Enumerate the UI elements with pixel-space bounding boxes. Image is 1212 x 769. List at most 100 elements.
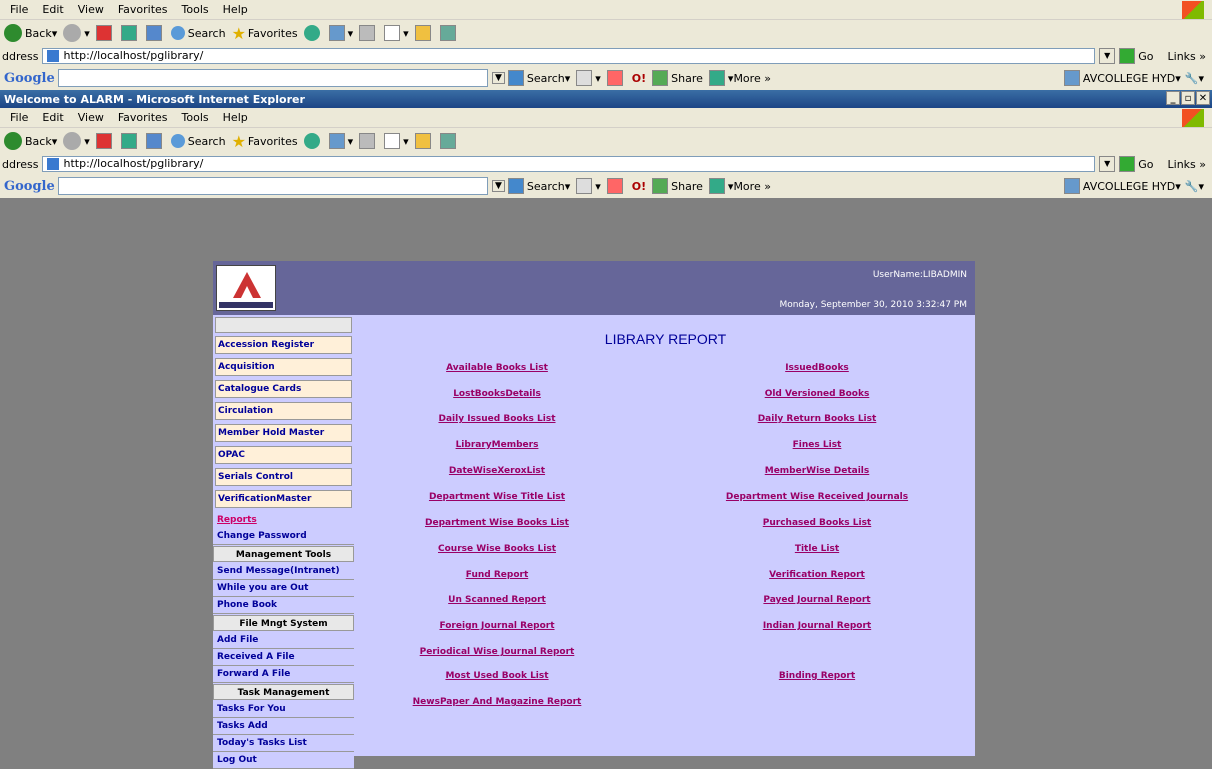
google-account-button[interactable]: AVCOLLEGE HYD ▾ 🔧 ▾ xyxy=(1063,70,1204,86)
address-input[interactable]: http://localhost/pglibrary/ xyxy=(42,156,1096,172)
sidebar-item-while-you-are-out[interactable]: While you are Out xyxy=(213,580,354,597)
report-link[interactable]: Purchased Books List xyxy=(763,518,871,528)
sidebar-item-send-message[interactable]: Send Message(Intranet) xyxy=(213,563,354,580)
menu-view[interactable]: View xyxy=(78,3,104,16)
mail-button[interactable]: ▾ xyxy=(328,133,353,149)
report-link[interactable]: Available Books List xyxy=(446,363,548,373)
report-link[interactable]: Daily Return Books List xyxy=(758,414,877,424)
folder-button[interactable] xyxy=(414,25,434,41)
report-link[interactable]: IssuedBooks xyxy=(785,363,849,373)
more-button[interactable]: ▾ More » xyxy=(708,70,771,86)
menu-edit[interactable]: Edit xyxy=(42,111,63,124)
report-link[interactable]: Fines List xyxy=(793,440,842,450)
favorites-button[interactable]: ★ Favorites xyxy=(232,132,298,151)
share-button[interactable]: Share xyxy=(652,70,703,86)
menu-view[interactable]: View xyxy=(78,111,104,124)
gmail-button[interactable] xyxy=(606,70,626,86)
menu-file[interactable]: File xyxy=(10,111,28,124)
report-link[interactable]: Foreign Journal Report xyxy=(439,621,554,631)
edit-button[interactable]: ▾ xyxy=(384,25,409,41)
search-button[interactable]: Search xyxy=(170,134,226,148)
report-link[interactable]: Most Used Book List xyxy=(445,671,548,681)
menu-tools[interactable]: Tools xyxy=(182,3,209,16)
sidebar-item-todays-tasks-list[interactable]: Today's Tasks List xyxy=(213,735,354,752)
menu-help[interactable]: Help xyxy=(223,111,248,124)
menu-tools[interactable]: Tools xyxy=(182,111,209,124)
go-button[interactable]: Go xyxy=(1119,48,1154,64)
report-link[interactable]: Department Wise Title List xyxy=(429,492,565,502)
google-search-button[interactable]: ▼ Search ▾ xyxy=(492,70,570,86)
history-button[interactable] xyxy=(303,133,323,149)
back-button[interactable]: Back ▾ xyxy=(4,132,57,150)
maximize-icon[interactable]: ▫ xyxy=(1181,91,1195,105)
sidebar-item-reports[interactable]: Reports xyxy=(215,512,352,528)
folder-button[interactable] xyxy=(414,133,434,149)
report-link[interactable]: Periodical Wise Journal Report xyxy=(420,647,575,657)
google-pages-button[interactable]: ▾ xyxy=(576,70,601,86)
close-icon[interactable]: ✕ xyxy=(1196,91,1210,105)
home-button[interactable] xyxy=(145,133,165,149)
history-button[interactable] xyxy=(303,25,323,41)
google-account-button[interactable]: AVCOLLEGE HYD ▾ 🔧 ▾ xyxy=(1063,178,1204,194)
report-link[interactable]: Binding Report xyxy=(779,671,855,681)
refresh-button[interactable] xyxy=(120,25,140,41)
address-dropdown-icon[interactable]: ▼ xyxy=(1099,48,1116,64)
report-link[interactable]: Department Wise Books List xyxy=(425,518,569,528)
google-search-input[interactable] xyxy=(58,69,488,87)
report-link[interactable]: Title List xyxy=(795,544,839,554)
stop-button[interactable] xyxy=(95,133,115,149)
search-button[interactable]: Search xyxy=(170,26,226,40)
report-link[interactable]: Department Wise Received Journals xyxy=(726,492,908,502)
mail-button[interactable]: ▾ xyxy=(328,25,353,41)
messenger-button[interactable] xyxy=(439,133,459,149)
links-button[interactable]: Links » xyxy=(1168,50,1206,63)
menu-help[interactable]: Help xyxy=(223,3,248,16)
report-link[interactable]: NewsPaper And Magazine Report xyxy=(413,697,582,707)
menu-edit[interactable]: Edit xyxy=(42,3,63,16)
links-button[interactable]: Links » xyxy=(1168,158,1206,171)
menu-favorites[interactable]: Favorites xyxy=(118,111,168,124)
report-link[interactable]: Payed Journal Report xyxy=(763,595,870,605)
minimize-icon[interactable]: _ xyxy=(1166,91,1180,105)
sidebar-item-tasks-for-you[interactable]: Tasks For You xyxy=(213,701,354,718)
report-link[interactable]: DateWiseXeroxList xyxy=(449,466,545,476)
yahoo-button[interactable]: O! xyxy=(632,180,646,193)
sidebar-item-member-hold-master[interactable]: Member Hold Master xyxy=(215,424,352,442)
print-button[interactable] xyxy=(359,25,378,41)
refresh-button[interactable] xyxy=(120,133,140,149)
sidebar-item-circulation[interactable]: Circulation xyxy=(215,402,352,420)
address-dropdown-icon[interactable]: ▼ xyxy=(1099,156,1116,172)
report-link[interactable]: Un Scanned Report xyxy=(448,595,546,605)
home-button[interactable] xyxy=(145,25,165,41)
report-link[interactable]: Verification Report xyxy=(769,570,865,580)
menu-file[interactable]: File xyxy=(10,3,28,16)
report-link[interactable]: Indian Journal Report xyxy=(763,621,871,631)
sidebar-item-log-out[interactable]: Log Out xyxy=(213,752,354,769)
yahoo-button[interactable]: O! xyxy=(632,72,646,85)
google-search-button[interactable]: ▼ Search ▾ xyxy=(492,178,570,194)
go-button[interactable]: Go xyxy=(1119,156,1154,172)
messenger-button[interactable] xyxy=(439,25,459,41)
report-link[interactable]: Old Versioned Books xyxy=(765,389,870,399)
sidebar-item-received-a-file[interactable]: Received A File xyxy=(213,649,354,666)
more-button[interactable]: ▾ More » xyxy=(708,178,771,194)
favorites-button[interactable]: ★ Favorites xyxy=(232,24,298,43)
sidebar-item-accession-register[interactable]: Accession Register xyxy=(215,336,352,354)
report-link[interactable]: Daily Issued Books List xyxy=(438,414,555,424)
sidebar-item-phone-book[interactable]: Phone Book xyxy=(213,597,354,614)
address-input[interactable]: http://localhost/pglibrary/ xyxy=(42,48,1096,64)
google-pages-button[interactable]: ▾ xyxy=(576,178,601,194)
back-button[interactable]: Back ▾ xyxy=(4,24,57,42)
sidebar-item-forward-a-file[interactable]: Forward A File xyxy=(213,666,354,683)
sidebar-item-opac[interactable]: OPAC xyxy=(215,446,352,464)
sidebar-item-catalogue-cards[interactable]: Catalogue Cards xyxy=(215,380,352,398)
print-button[interactable] xyxy=(359,133,378,149)
report-link[interactable]: MemberWise Details xyxy=(765,466,870,476)
stop-button[interactable] xyxy=(95,25,115,41)
report-link[interactable]: Course Wise Books List xyxy=(438,544,556,554)
sidebar-item-serials-control[interactable]: Serials Control xyxy=(215,468,352,486)
sidebar-item-verification-master[interactable]: VerificationMaster xyxy=(215,490,352,508)
google-search-input[interactable] xyxy=(58,177,488,195)
report-link[interactable]: LostBooksDetails xyxy=(453,389,541,399)
forward-button[interactable]: ▾ xyxy=(63,24,90,42)
